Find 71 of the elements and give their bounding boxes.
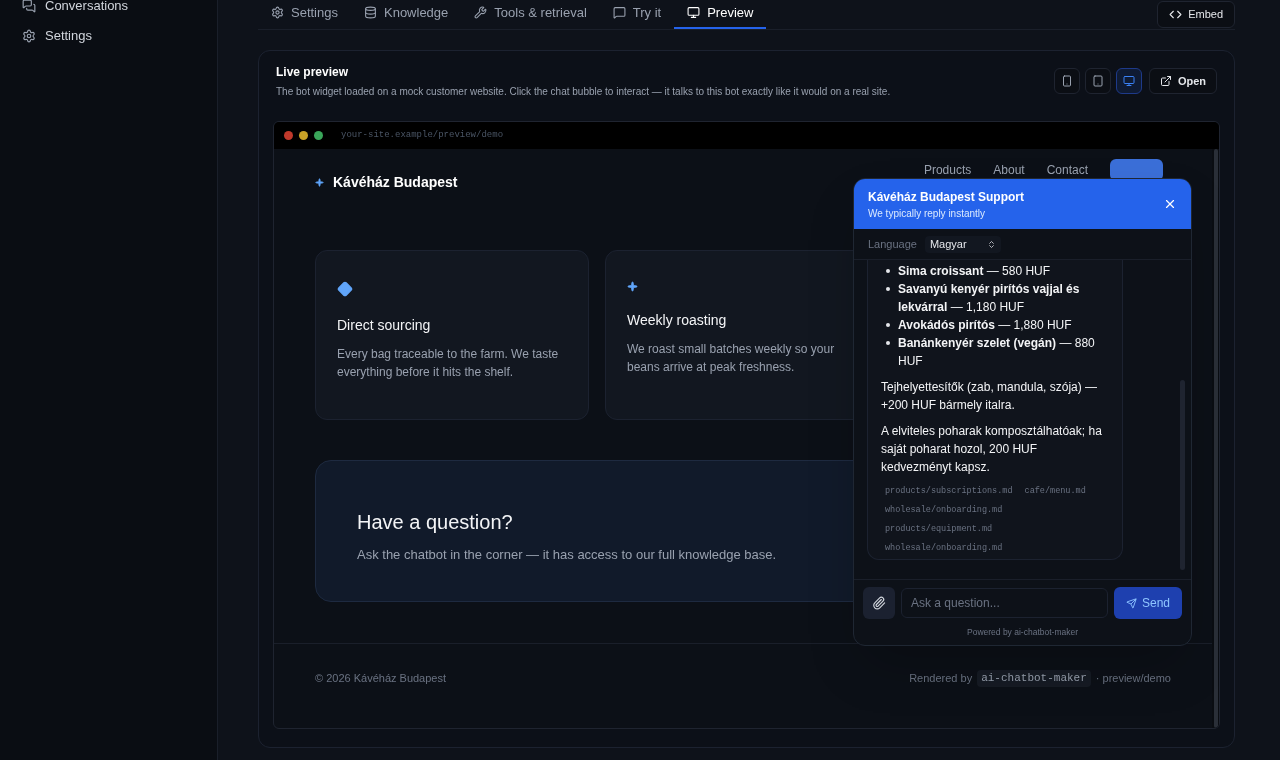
card-title: Live preview (276, 64, 350, 81)
list-item: Avokádós pirítós — 1,880 HUF (898, 317, 1072, 334)
sidebar-item[interactable]: Settings (22, 28, 217, 44)
diamond-icon (337, 281, 353, 297)
bullet-icon (886, 341, 890, 345)
list-item: Banánkenyér szelet (vegán) — 880 HUF (898, 335, 1096, 370)
device-button[interactable] (1053, 68, 1080, 94)
nav-cta-button[interactable] (1110, 159, 1163, 181)
code-icon (1169, 8, 1183, 21)
url-text: your-site.example/preview/demo (341, 128, 504, 142)
send-button[interactable]: Send (1113, 587, 1182, 620)
settings-icon (22, 29, 36, 43)
phone-icon (1060, 75, 1073, 87)
chevrons-icon (986, 239, 996, 249)
sidebar-item[interactable]: Conversations (22, 0, 217, 14)
sparkle-icon (315, 177, 324, 187)
nav-link[interactable]: Contact (1046, 161, 1088, 179)
source-chip[interactable]: wholesale/onboarding.md (885, 503, 1003, 518)
source-chip[interactable]: products/equipment.md (885, 522, 993, 537)
database-icon (364, 6, 377, 19)
cta-text: Ask the chatbot in the corner — it has access to our full knowledge base. (357, 546, 777, 564)
chat-subtitle: We typically reply instantly (868, 206, 987, 221)
tab[interactable]: Knowledge (351, 0, 462, 29)
card-description: The bot widget loaded on a mock customer website. Click the chat bubble to interact — it talks to this bot exactly like it would on a real site. (276, 85, 891, 99)
paperclip-icon (872, 596, 886, 611)
bullet-icon (886, 287, 890, 291)
feature-text: Every bag traceable to the farm. We taste everything before it hits the shelf. (337, 346, 560, 381)
message-paragraph: Tejhelyettesítők (zab, mandula, szója) — +200 HUF bármely italra. (881, 379, 1099, 414)
footer-copyright: © 2026 Kávéház Budapest (315, 671, 447, 687)
list-item: Sima croissant — 580 HUF (898, 263, 1051, 280)
close-button[interactable] (1163, 197, 1177, 211)
device-button[interactable] (1115, 68, 1142, 94)
cta-title: Have a question? (357, 510, 513, 535)
attach-button[interactable] (863, 587, 895, 620)
list-item: Savanyú kenyér pirítós vajjal és lekvárral — 1,180 HUF (898, 281, 1081, 316)
monitor-icon (1122, 75, 1135, 87)
sparkle-icon (627, 281, 638, 292)
wrench-icon (474, 6, 488, 19)
powered-by: Powered by ai-chatbot-maker (966, 626, 1079, 640)
language-label: Language (868, 236, 917, 252)
footer-text: Rendered by (909, 671, 973, 687)
source-chip[interactable]: wholesale/onboarding.md (885, 541, 1003, 556)
source-chip[interactable]: products/subscriptions.md (885, 484, 1013, 499)
settings-icon (271, 6, 284, 19)
tab[interactable]: Tools & retrieval (461, 0, 600, 29)
language-select[interactable]: Magyar (924, 235, 1001, 253)
chat-bubble-icon (612, 6, 626, 19)
feature-title: Weekly roasting (627, 311, 728, 330)
feature-title: Direct sourcing (337, 316, 432, 335)
bullet-icon (886, 323, 890, 327)
source-chip[interactable]: cafe/menu.md (1024, 484, 1086, 499)
site-brand: Kávéház Budapest (333, 172, 458, 192)
question-input[interactable]: Ask a question... (901, 588, 1108, 619)
tab[interactable]: Preview (674, 0, 767, 29)
chat-title: Kávéház Budapest Support (868, 188, 1025, 206)
nav-link[interactable]: About (993, 161, 1025, 179)
open-button[interactable]: Open (1148, 68, 1217, 94)
chat-bubbles-icon (22, 0, 36, 13)
footer-text: · preview/demo (1095, 671, 1171, 687)
bullet-icon (886, 269, 890, 273)
embed-button[interactable]: Embed (1157, 1, 1235, 28)
feature-text: We roast small batches weekly so your beans arrive at peak freshness. (627, 341, 836, 376)
nav-link[interactable]: Products (923, 161, 972, 179)
tab[interactable]: Settings (258, 0, 351, 29)
footer-code: ai-chatbot-maker (977, 670, 1091, 687)
external-link-icon (1159, 75, 1172, 87)
tablet-icon (1091, 75, 1104, 87)
message-paragraph: A elviteles poharak komposztálhatóak; ha saját poharat hozol, 200 HUF kedvezményt kapsz. (881, 423, 1103, 476)
tab[interactable]: Try it (599, 0, 675, 29)
send-icon (1125, 597, 1137, 609)
monitor-icon (687, 6, 701, 19)
